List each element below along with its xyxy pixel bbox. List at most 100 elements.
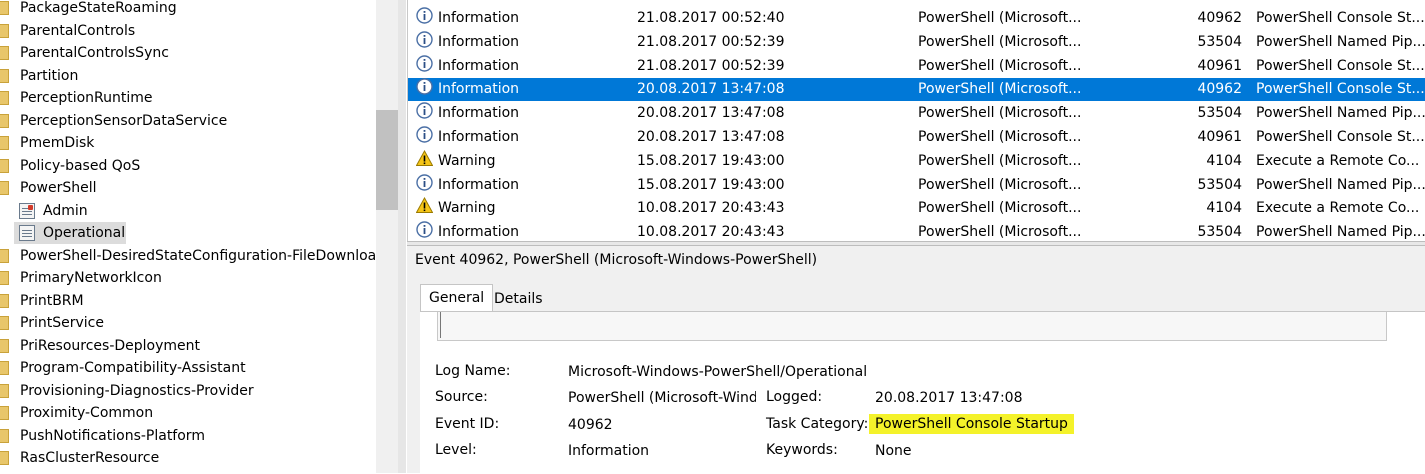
folder-icon xyxy=(0,316,9,330)
source-value: PowerShell (Microsoft-Windo xyxy=(568,390,756,406)
event-task-category: PowerShell Console St... xyxy=(1256,57,1425,74)
tree-scrollbar-thumb[interactable] xyxy=(376,110,398,210)
event-source: PowerShell (Microsoft... xyxy=(918,81,1082,98)
info-icon xyxy=(416,78,433,96)
warning-icon xyxy=(415,149,434,167)
folder-icon xyxy=(0,406,9,420)
event-id: 53504 xyxy=(1197,33,1242,50)
event-row[interactable]: Information 20.08.2017 13:47:08 PowerShell… xyxy=(408,126,1425,149)
folder-icon xyxy=(0,1,9,15)
event-row[interactable]: Information 20.08.2017 13:47:08 PowerShell… xyxy=(408,102,1425,125)
event-id: 40961 xyxy=(1197,57,1242,74)
folder-icon xyxy=(0,158,9,173)
tree-scrollbar[interactable] xyxy=(376,0,398,473)
folder-icon xyxy=(0,338,9,353)
event-row[interactable]: Information 21.08.2017 00:52:39 PowerShell… xyxy=(408,31,1425,54)
tab-details[interactable]: Details xyxy=(486,286,551,313)
info-icon xyxy=(416,7,433,24)
event-date: 20.08.2017 13:47:08 xyxy=(637,129,785,145)
event-level: Information xyxy=(438,176,520,193)
keywords-value: None xyxy=(875,443,912,459)
tree-item-label: Admin xyxy=(43,202,88,219)
logged-value: 20.08.2017 13:47:08 xyxy=(875,390,1023,406)
event-detail-pane: Event 40962, PowerShell (Microsoft-Windo… xyxy=(407,246,1425,474)
tab-general[interactable]: General xyxy=(420,284,494,311)
tree-item-label: Policy-based QoS xyxy=(20,157,141,174)
tree-item[interactable]: Operational xyxy=(14,222,126,244)
event-date: 15.08.2017 19:43:00 xyxy=(637,176,785,193)
event-date: 21.08.2017 00:52:39 xyxy=(637,33,785,50)
event-log-icon xyxy=(19,225,35,241)
event-date: 21.08.2017 00:52:40 xyxy=(637,10,785,26)
event-description-box[interactable] xyxy=(437,312,1387,341)
event-source: PowerShell (Microsoft... xyxy=(918,176,1082,193)
event-date: 15.08.2017 19:43:00 xyxy=(637,152,785,169)
general-tab-panel: Log Name: Microsoft-Windows-PowerShell/O… xyxy=(420,311,1425,474)
task-category-highlight: PowerShell Console Startup xyxy=(869,414,1074,434)
folder-icon xyxy=(0,91,9,105)
event-level: Information xyxy=(438,105,520,122)
info-icon xyxy=(416,54,433,72)
tree-item-label: PmemDisk xyxy=(20,135,95,151)
tree-item-label: PrintService xyxy=(20,315,104,331)
task-category-label: Task Category: xyxy=(766,416,869,432)
event-row[interactable]: Information 20.08.2017 13:47:08 PowerShell… xyxy=(408,78,1425,102)
tree-item-label: Partition xyxy=(20,67,79,84)
event-id: 40962 xyxy=(1197,10,1242,26)
event-task-category: PowerShell Named Pip... xyxy=(1256,176,1425,193)
events-list: Information 21.08.2017 00:52:40 PowerShell… xyxy=(407,0,1425,241)
event-row[interactable]: Warning 10.08.2017 20:43:43 PowerShell (Mi… xyxy=(408,197,1425,220)
event-row[interactable]: Information 21.08.2017 00:52:39 PowerShell… xyxy=(408,54,1425,78)
tree-item-label: PackageStateRoaming xyxy=(20,0,177,16)
log-name-value: Microsoft-Windows-PowerShell/Operational xyxy=(568,364,868,380)
event-row[interactable]: Warning 15.08.2017 19:43:00 PowerShell (Mi… xyxy=(408,149,1425,173)
event-task-category: PowerShell Console St... xyxy=(1256,81,1425,98)
folder-icon xyxy=(0,451,9,465)
folder-icon xyxy=(0,361,9,375)
event-id: 53504 xyxy=(1197,224,1242,241)
tree-item-label: PerceptionRuntime xyxy=(20,90,153,106)
info-icon xyxy=(416,102,433,119)
event-source: PowerShell (Microsoft... xyxy=(918,57,1082,74)
event-date: 10.08.2017 20:43:43 xyxy=(637,224,785,241)
event-id-label: Event ID: xyxy=(435,416,500,432)
event-date: 10.08.2017 20:43:43 xyxy=(637,200,785,217)
event-source: PowerShell (Microsoft... xyxy=(918,129,1082,145)
tree-item-label: Provisioning-Diagnostics-Provider xyxy=(20,382,254,399)
event-id: 4104 xyxy=(1206,152,1242,169)
folder-icon xyxy=(0,428,9,443)
tree-item-label: PushNotifications-Platform xyxy=(20,427,205,444)
log-name-label: Log Name: xyxy=(435,363,511,379)
log-tree: PackageStateRoaming ParentalControls Paren… xyxy=(0,0,376,473)
event-source: PowerShell (Microsoft... xyxy=(918,10,1082,26)
tree-item-label: PowerShell-DesiredStateConfiguration-Fil… xyxy=(20,247,376,264)
event-task-category: Execute a Remote Co... xyxy=(1256,200,1420,217)
warning-icon xyxy=(415,197,434,214)
event-row[interactable]: Information 21.08.2017 00:52:40 PowerShell… xyxy=(408,7,1425,30)
task-category-value: PowerShell Console Startup xyxy=(869,414,1074,434)
info-icon xyxy=(416,221,433,238)
folder-icon xyxy=(0,248,9,263)
folder-icon xyxy=(0,271,9,285)
level-label: Level: xyxy=(435,442,477,458)
event-row[interactable]: Information 15.08.2017 19:43:00 PowerShell… xyxy=(408,173,1425,197)
event-level: Information xyxy=(438,10,520,26)
event-source: PowerShell (Microsoft... xyxy=(918,152,1082,169)
tree-item-label: PriResources-Deployment xyxy=(20,337,201,354)
event-level: Information xyxy=(438,224,520,241)
folder-icon xyxy=(0,181,9,195)
tree-item-label: Program-Compatibility-Assistant xyxy=(20,360,246,376)
info-icon xyxy=(416,126,433,143)
source-label: Source: xyxy=(435,389,488,405)
tree-item-label: PrintBRM xyxy=(20,292,84,309)
event-row[interactable]: Information 10.08.2017 20:43:43 PowerShell… xyxy=(408,221,1425,241)
tree-item-label: ParentalControlsSync xyxy=(20,45,169,61)
folder-icon xyxy=(0,113,9,128)
event-task-category: PowerShell Named Pip... xyxy=(1256,105,1425,122)
event-task-category: Execute a Remote Co... xyxy=(1256,152,1420,169)
folder-icon xyxy=(0,136,9,150)
keywords-label: Keywords: xyxy=(766,442,838,458)
event-log-icon xyxy=(19,202,35,219)
folder-icon xyxy=(0,383,9,398)
event-id: 4104 xyxy=(1206,200,1242,217)
